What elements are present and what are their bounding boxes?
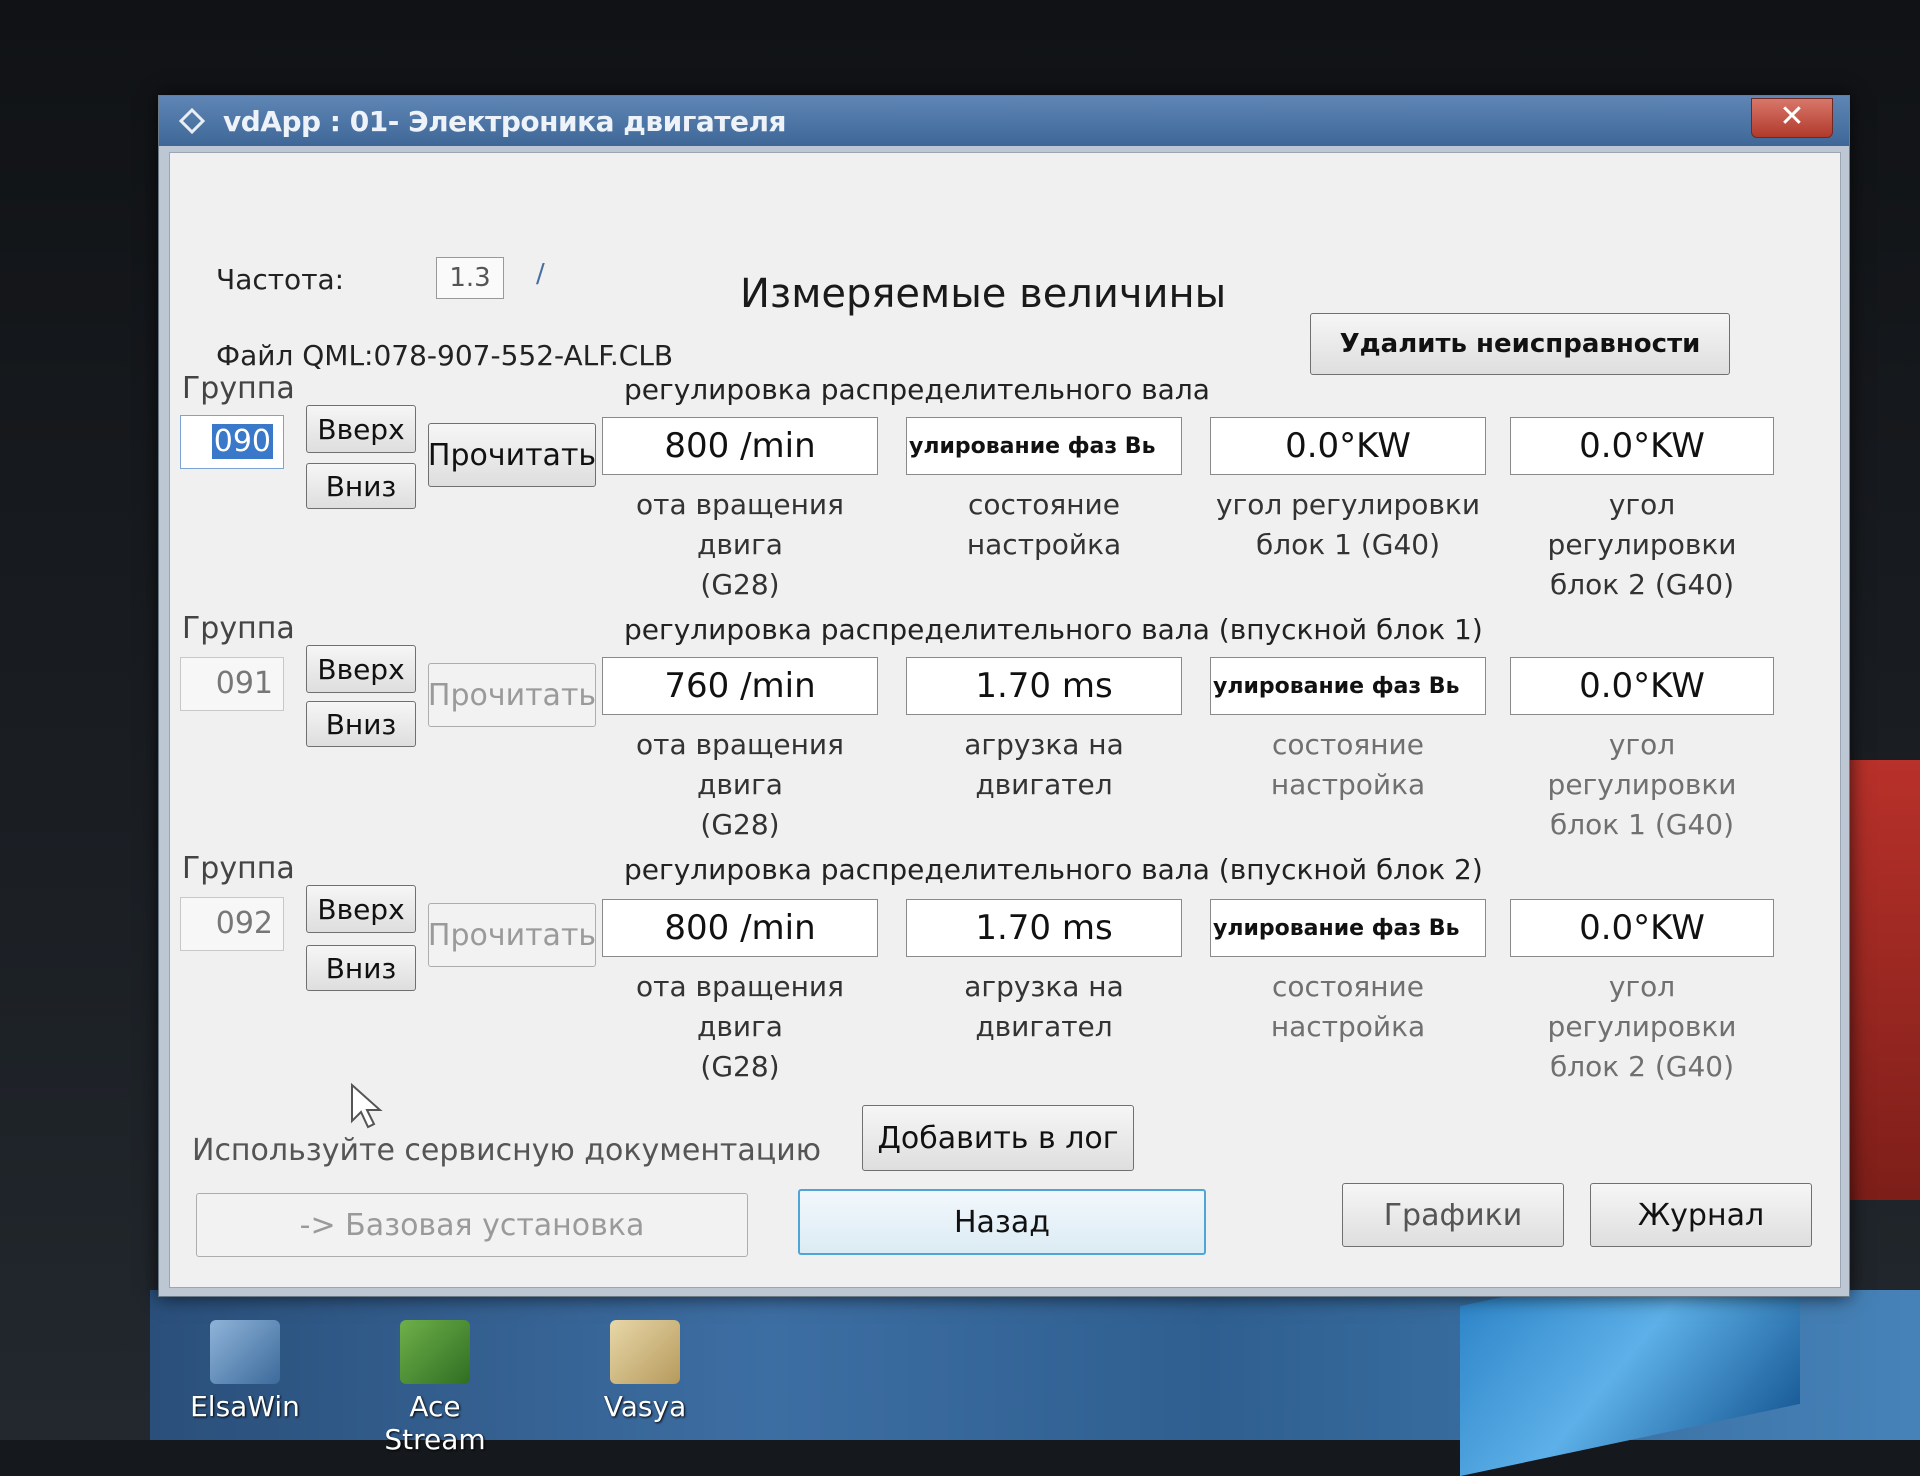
field-caption: состояние настройка bbox=[1210, 725, 1486, 805]
graphs-button[interactable]: Графики bbox=[1342, 1183, 1564, 1247]
caption-line: (G28) bbox=[700, 1050, 780, 1083]
field-caption: агрузка на двигател bbox=[906, 725, 1182, 805]
caption-line: блок 2 (G40) bbox=[1550, 568, 1734, 601]
caption-line: ота вращения двига bbox=[636, 970, 844, 1043]
basic-setting-button[interactable]: -> Базовая установка bbox=[196, 1193, 748, 1257]
frequency-label: Частота: bbox=[216, 263, 345, 296]
desktop-icon-label: Ace Stream bbox=[384, 1390, 486, 1456]
mouse-cursor-icon bbox=[351, 1083, 383, 1129]
group-label: Группа bbox=[182, 851, 295, 886]
client-area: Частота: 1.3 / Файл QML:078-907-552-ALF.… bbox=[169, 152, 1841, 1288]
caption-line: агрузка на двигател bbox=[964, 728, 1124, 801]
group-label: Группа bbox=[182, 611, 295, 646]
caption-line: состояние bbox=[968, 488, 1120, 521]
value-field: 760 /min bbox=[602, 657, 878, 715]
field-caption: угол регулировки блок 2 (G40) bbox=[1510, 485, 1774, 605]
title-bar[interactable]: vdApp : 01- Электроника двигателя ✕ bbox=[159, 96, 1849, 146]
group-number-input[interactable]: 091 bbox=[180, 657, 284, 711]
value-field: 800 /min bbox=[602, 417, 878, 475]
caption-line: ота вращения двига bbox=[636, 488, 844, 561]
group-label: Группа bbox=[182, 371, 295, 406]
page-title: Измеряемые величины bbox=[740, 271, 1227, 317]
file-label: Файл QML:078-907-552-ALF.CLB bbox=[216, 339, 674, 372]
group-down-button[interactable]: Вниз bbox=[306, 945, 416, 991]
group-down-button[interactable]: Вниз bbox=[306, 701, 416, 747]
close-button[interactable]: ✕ bbox=[1751, 98, 1833, 138]
field-caption: угол регулировки блок 1 (G40) bbox=[1510, 725, 1774, 845]
field-caption: угол регулировки блок 1 (G40) bbox=[1210, 485, 1486, 565]
app-icon bbox=[179, 108, 205, 134]
caption-line: (G28) bbox=[700, 808, 780, 841]
caption-line: угол регулировки bbox=[1547, 970, 1737, 1043]
field-caption: состояние настройка bbox=[1210, 967, 1486, 1047]
field-caption: угол регулировки блок 2 (G40) bbox=[1510, 967, 1774, 1087]
value-field: улирование фаз Вь bbox=[1210, 899, 1486, 957]
caption-line: состояние bbox=[1272, 970, 1424, 1003]
caption-line: блок 1 (G40) bbox=[1550, 808, 1734, 841]
caption-line: настройка bbox=[966, 528, 1122, 561]
field-caption: ота вращения двига (G28) bbox=[602, 725, 878, 845]
desktop-icon-label: Vasya bbox=[603, 1390, 687, 1423]
measured-values-window: vdApp : 01- Электроника двигателя ✕ Част… bbox=[158, 95, 1850, 1297]
group-title: регулировка распределительного вала (впу… bbox=[624, 613, 1483, 646]
caption-line: блок 1 (G40) bbox=[1256, 528, 1440, 561]
value-field: улирование фаз Вь bbox=[1210, 657, 1486, 715]
service-note: Используйте сервисную документацию bbox=[192, 1133, 821, 1168]
field-caption: агрузка на двигател bbox=[906, 967, 1182, 1047]
value-field: 0.0°KW bbox=[1510, 657, 1774, 715]
journal-button[interactable]: Журнал bbox=[1590, 1183, 1812, 1247]
caption-line: (G28) bbox=[700, 568, 780, 601]
value-field: улирование фаз Вь bbox=[906, 417, 1182, 475]
caption-line: настройка bbox=[1270, 768, 1426, 801]
read-button[interactable]: Прочитать bbox=[428, 663, 596, 727]
caption-line: блок 2 (G40) bbox=[1550, 1050, 1734, 1083]
read-button[interactable]: Прочитать bbox=[428, 903, 596, 967]
desktop-icon-ace-stream[interactable]: Ace Stream bbox=[370, 1320, 500, 1456]
desktop-icon-label: ElsaWin bbox=[190, 1390, 300, 1423]
caption-line: угол регулировки bbox=[1215, 488, 1481, 521]
caption-line: угол регулировки bbox=[1547, 728, 1737, 801]
field-caption: ота вращения двига (G28) bbox=[602, 485, 878, 605]
vasya-icon bbox=[610, 1320, 680, 1384]
clear-faults-button[interactable]: Удалить неисправности bbox=[1310, 313, 1730, 375]
value-field: 0.0°KW bbox=[1210, 417, 1486, 475]
caption-line: состояние bbox=[1272, 728, 1424, 761]
group-number-input[interactable]: 092 bbox=[180, 897, 284, 951]
value-field: 1.70 ms bbox=[906, 657, 1182, 715]
desktop-icon-vasya[interactable]: Vasya bbox=[580, 1320, 710, 1423]
group-up-button[interactable]: Вверх bbox=[306, 645, 416, 693]
group-title: регулировка распределительного вала bbox=[624, 373, 1210, 406]
caption-line: угол регулировки bbox=[1547, 488, 1737, 561]
caption-line: агрузка на двигател bbox=[964, 970, 1124, 1043]
desktop-icon-elsawin[interactable]: ElsaWin bbox=[180, 1320, 310, 1423]
field-caption: состояние настройка bbox=[906, 485, 1182, 565]
read-button[interactable]: Прочитать bbox=[428, 423, 596, 487]
group-number: 090 bbox=[211, 424, 273, 459]
field-caption: ота вращения двига (G28) bbox=[602, 967, 878, 1087]
value-field: 0.0°KW bbox=[1510, 417, 1774, 475]
value-field: 1.70 ms bbox=[906, 899, 1182, 957]
window-title: vdApp : 01- Электроника двигателя bbox=[223, 105, 786, 138]
back-button[interactable]: Назад bbox=[798, 1189, 1206, 1255]
value-field: 0.0°KW bbox=[1510, 899, 1774, 957]
close-icon: ✕ bbox=[1779, 99, 1805, 134]
frequency-value: 1.3 bbox=[436, 257, 504, 299]
value-field: 800 /min bbox=[602, 899, 878, 957]
group-number-input[interactable]: 090 bbox=[180, 415, 284, 469]
group-up-button[interactable]: Вверх bbox=[306, 885, 416, 933]
group-title: регулировка распределительного вала (впу… bbox=[624, 853, 1483, 886]
elsawin-icon bbox=[210, 1320, 280, 1384]
caption-line: настройка bbox=[1270, 1010, 1426, 1043]
ace-stream-icon bbox=[400, 1320, 470, 1384]
frequency-unit: / bbox=[536, 259, 545, 289]
group-down-button[interactable]: Вниз bbox=[306, 463, 416, 509]
group-up-button[interactable]: Вверх bbox=[306, 405, 416, 453]
add-to-log-button[interactable]: Добавить в лог bbox=[862, 1105, 1134, 1171]
caption-line: ота вращения двига bbox=[636, 728, 844, 801]
